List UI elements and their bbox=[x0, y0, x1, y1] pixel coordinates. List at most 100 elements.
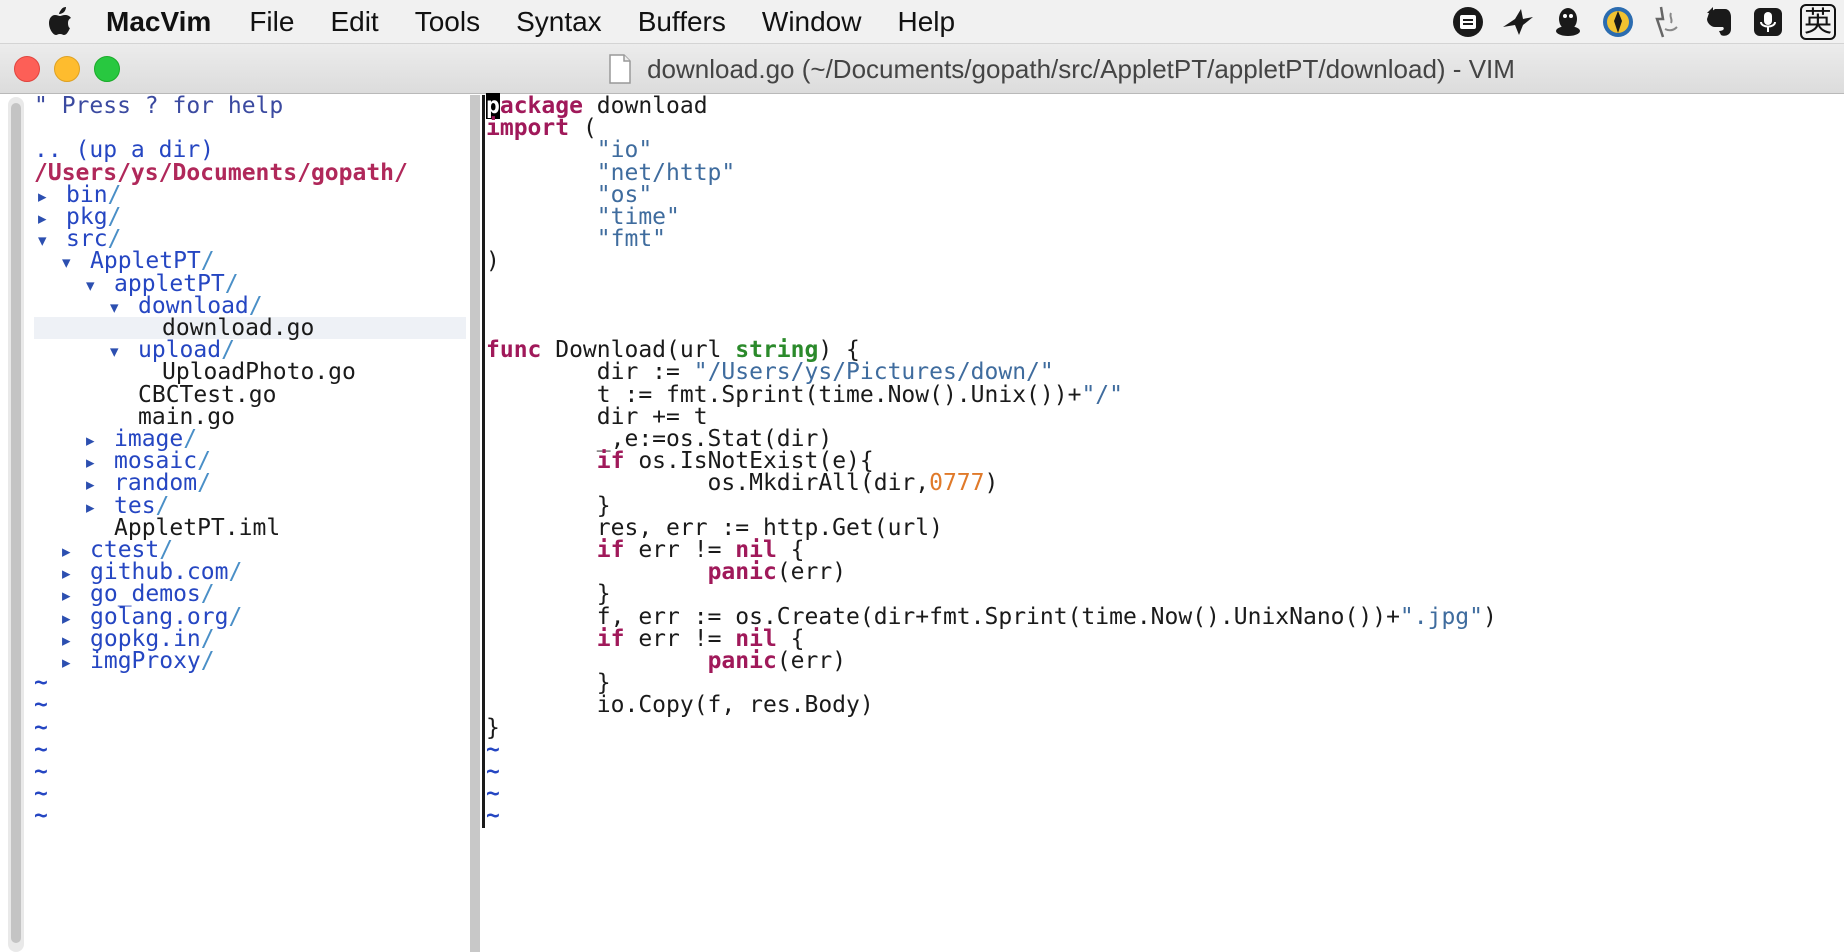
tree-dir-node[interactable]: ▾ upload/ bbox=[34, 339, 466, 363]
tree-dir-node[interactable]: ▸ gopkg.in/ bbox=[34, 627, 466, 652]
code-line[interactable]: } bbox=[482, 494, 1844, 517]
code-line[interactable]: ) bbox=[482, 250, 1844, 273]
tree-dir-node[interactable]: ▾ src/ bbox=[34, 228, 466, 252]
collapsed-triangle-icon[interactable]: ▸ bbox=[86, 474, 114, 496]
menu-window[interactable]: Window bbox=[762, 0, 862, 44]
code-line[interactable]: dir += t bbox=[482, 405, 1844, 428]
tree-dir-node[interactable]: ▸ random/ bbox=[34, 472, 466, 496]
tree-dir-node[interactable]: ▸ pkg/ bbox=[34, 206, 466, 230]
tree-file-node[interactable]: main.go bbox=[34, 405, 466, 428]
tree-dir-node[interactable]: ▾ appletPT/ bbox=[34, 272, 466, 297]
collapsed-triangle-icon[interactable]: ▸ bbox=[86, 452, 114, 474]
code-line[interactable]: if err != nil { bbox=[482, 627, 1844, 650]
apple-menu-icon[interactable] bbox=[42, 6, 80, 37]
code-filler-line: ~ bbox=[482, 805, 1844, 828]
expanded-triangle-icon[interactable]: ▾ bbox=[38, 230, 66, 252]
cloud-note-icon[interactable] bbox=[1450, 4, 1486, 40]
menu-app-name[interactable]: MacVim bbox=[106, 0, 211, 44]
code-line[interactable]: "os" bbox=[482, 183, 1844, 206]
nerdtree-pane[interactable]: " Press ? for help .. (up a dir)/Users/ys… bbox=[34, 94, 466, 952]
code-line[interactable]: } bbox=[482, 716, 1844, 739]
code-line[interactable]: os.MkdirAll(dir,0777) bbox=[482, 472, 1844, 495]
collapsed-triangle-icon[interactable]: ▸ bbox=[62, 630, 90, 652]
left-scrollbar[interactable] bbox=[8, 97, 24, 952]
code-line[interactable]: package download bbox=[482, 93, 1844, 119]
expanded-triangle-icon[interactable]: ▾ bbox=[110, 341, 138, 363]
vim-editor[interactable]: " Press ? for help .. (up a dir)/Users/ys… bbox=[0, 93, 1844, 952]
collapsed-triangle-icon[interactable]: ▸ bbox=[86, 430, 114, 452]
code-line[interactable]: f, err := os.Create(dir+fmt.Sprint(time.… bbox=[482, 605, 1844, 628]
scrollbar-thumb[interactable] bbox=[11, 103, 21, 943]
collapsed-triangle-icon[interactable]: ▸ bbox=[62, 652, 90, 674]
tree-file-node[interactable]: UploadPhoto.go bbox=[34, 361, 466, 384]
pin-app-icon[interactable] bbox=[1600, 4, 1636, 40]
collapsed-triangle-icon[interactable]: ▸ bbox=[62, 585, 90, 607]
evernote-icon[interactable] bbox=[1700, 4, 1736, 40]
code-text: package download bbox=[486, 93, 708, 119]
code-buffer-pane[interactable]: package download import ( "io" "net/http"… bbox=[482, 93, 1844, 952]
collapsed-triangle-icon[interactable]: ▸ bbox=[86, 497, 114, 519]
code-line[interactable]: if os.IsNotExist(e){ bbox=[482, 450, 1844, 473]
tree-dir-node[interactable]: ▸ go_demos/ bbox=[34, 583, 466, 607]
tree-file-node[interactable]: AppletPT.iml bbox=[34, 516, 466, 539]
tree-dir-node[interactable]: ▸ tes/ bbox=[34, 494, 466, 519]
tree-dir-node[interactable]: ▾ AppletPT/ bbox=[34, 250, 466, 274]
tree-dir-node[interactable]: ▸ mosaic/ bbox=[34, 450, 466, 474]
code-line[interactable]: func Download(url string) { bbox=[482, 339, 1844, 362]
split-border bbox=[482, 228, 485, 251]
tree-root-path[interactable]: /Users/ys/Documents/gopath/ bbox=[34, 161, 466, 184]
code-line[interactable] bbox=[482, 294, 1844, 317]
code-line[interactable]: } bbox=[482, 583, 1844, 606]
collapsed-triangle-icon[interactable]: ▸ bbox=[62, 541, 90, 563]
input-method-icon[interactable]: 英 bbox=[1800, 4, 1836, 40]
code-line[interactable]: io.Copy(f, res.Body) bbox=[482, 694, 1844, 717]
menu-buffers[interactable]: Buffers bbox=[638, 0, 726, 44]
split-border bbox=[482, 272, 485, 295]
vertical-split-divider[interactable] bbox=[470, 95, 480, 952]
code-line[interactable]: "net/http" bbox=[482, 161, 1844, 184]
split-border bbox=[482, 738, 485, 761]
code-line[interactable] bbox=[482, 317, 1844, 340]
expanded-triangle-icon[interactable]: ▾ bbox=[86, 275, 114, 297]
code-line[interactable]: import ( bbox=[482, 117, 1844, 140]
tree-dir-node[interactable]: ▸ bin/ bbox=[34, 183, 466, 208]
microphone-icon[interactable] bbox=[1750, 4, 1786, 40]
code-line[interactable]: "time" bbox=[482, 206, 1844, 229]
code-line[interactable]: "fmt" bbox=[482, 228, 1844, 251]
qq-penguin-icon[interactable] bbox=[1550, 4, 1586, 40]
tree-file-node[interactable]: download.go bbox=[34, 317, 466, 340]
tree-dir-node[interactable]: ▸ imgProxy/ bbox=[34, 650, 466, 674]
collapsed-triangle-icon[interactable]: ▸ bbox=[62, 563, 90, 585]
code-line[interactable]: } bbox=[482, 672, 1844, 695]
tree-dir-node[interactable]: ▾ download/ bbox=[34, 294, 466, 319]
code-text: ~ bbox=[486, 738, 500, 761]
menu-tools[interactable]: Tools bbox=[415, 0, 480, 44]
finder-face-icon[interactable] bbox=[1650, 4, 1686, 40]
code-line[interactable]: "io" bbox=[482, 139, 1844, 162]
code-line[interactable]: dir := "/Users/ys/Pictures/down/" bbox=[482, 361, 1844, 384]
menu-syntax[interactable]: Syntax bbox=[516, 0, 602, 44]
menu-edit[interactable]: Edit bbox=[330, 0, 378, 44]
code-line[interactable]: if err != nil { bbox=[482, 539, 1844, 562]
code-line[interactable]: res, err := http.Get(url) bbox=[482, 516, 1844, 539]
expanded-triangle-icon[interactable]: ▾ bbox=[62, 252, 90, 274]
code-line[interactable]: _,e:=os.Stat(dir) bbox=[482, 428, 1844, 451]
code-line[interactable] bbox=[482, 272, 1844, 295]
code-line[interactable]: panic(err) bbox=[482, 650, 1844, 673]
bird-icon[interactable] bbox=[1500, 4, 1536, 40]
collapsed-triangle-icon[interactable]: ▸ bbox=[38, 186, 66, 208]
menu-help[interactable]: Help bbox=[897, 0, 955, 44]
tree-dir-node[interactable]: ▸ image/ bbox=[34, 428, 466, 452]
collapsed-triangle-icon[interactable]: ▸ bbox=[38, 208, 66, 230]
tree-dir-node[interactable]: ▸ github.com/ bbox=[34, 561, 466, 585]
tree-help-line[interactable]: " Press ? for help bbox=[34, 94, 466, 117]
tree-file-node[interactable]: CBCTest.go bbox=[34, 383, 466, 406]
collapsed-triangle-icon[interactable]: ▸ bbox=[62, 608, 90, 630]
tree-dir-node[interactable]: ▸ golang.org/ bbox=[34, 605, 466, 630]
expanded-triangle-icon[interactable]: ▾ bbox=[110, 297, 138, 319]
menu-file[interactable]: File bbox=[249, 0, 294, 44]
tree-updir-line[interactable]: .. (up a dir) bbox=[34, 139, 466, 162]
code-line[interactable]: panic(err) bbox=[482, 561, 1844, 584]
tree-dir-node[interactable]: ▸ ctest/ bbox=[34, 539, 466, 563]
code-line[interactable]: t := fmt.Sprint(time.Now().Unix())+"/" bbox=[482, 383, 1844, 406]
